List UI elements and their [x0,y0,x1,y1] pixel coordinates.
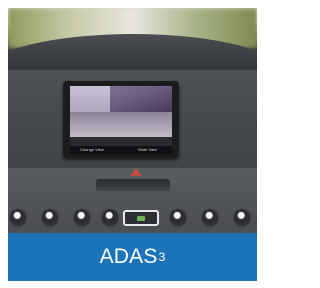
caption-footnote-marker: 3 [158,250,166,264]
caption-title: ADAS [99,245,158,268]
console-knob-icon [74,209,90,225]
camera-view-bumper [70,137,172,146]
softkey-wide-view: Wide View [138,147,157,152]
console-knob-icon [10,209,26,225]
dashboard-photo: Change View Wide View [8,8,257,233]
caption-banner[interactable]: ADAS 3 [8,233,257,281]
rear-camera-screen [70,86,172,146]
console-center-button [123,210,159,226]
console-knob-icon [170,209,186,225]
feature-card[interactable]: Change View Wide View ADAS 3 [0,0,265,288]
console-knob-icon [102,209,118,225]
console-slot [96,179,170,191]
softkey-change-view: Change View [80,147,104,152]
console-knob-icon [42,209,58,225]
console-knob-icon [202,209,218,225]
console-knob-icon [234,209,250,225]
hazard-icon [130,168,142,176]
